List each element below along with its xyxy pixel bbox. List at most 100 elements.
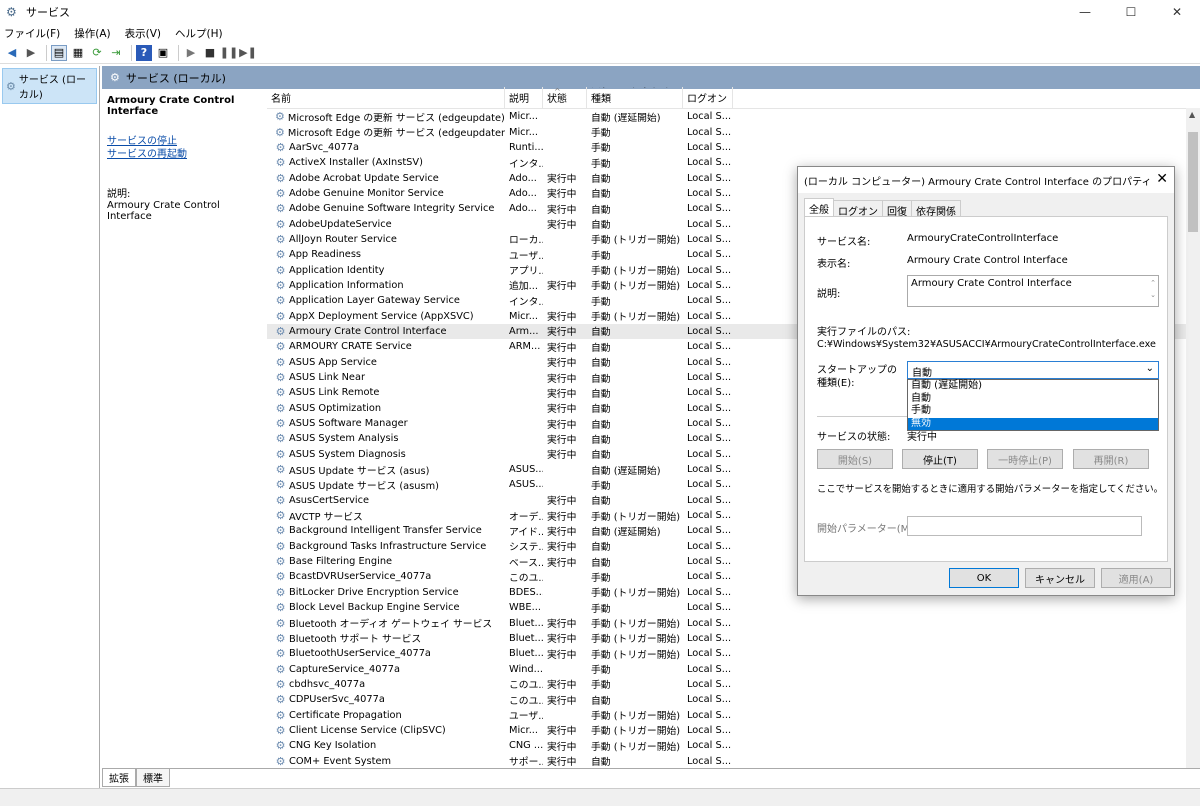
startup-option-manual[interactable]: 手動 xyxy=(908,405,1158,418)
service-name-cell: ⚙ ASUS Link Remote xyxy=(267,386,505,399)
maximize-button[interactable]: ☐ xyxy=(1108,0,1154,24)
resume-button[interactable]: 再開(R) xyxy=(1073,449,1149,469)
menu-action[interactable]: 操作(A) xyxy=(74,26,110,41)
vertical-scrollbar[interactable]: ▲ ▼ xyxy=(1186,108,1200,768)
service-name-text: Microsoft Edge の更新 サービス (edgeupdatem) xyxy=(287,128,505,140)
ok-button[interactable]: OK xyxy=(949,568,1019,588)
table-row[interactable]: ⚙ CaptureService_4077a Wind... 手動 Local S... xyxy=(267,661,1200,677)
scroll-up-arrow-icon[interactable]: ▲ xyxy=(1189,110,1195,119)
console-tree-icon[interactable]: ▤ xyxy=(51,44,67,61)
service-name-cell: ⚙ ASUS System Analysis xyxy=(267,432,505,445)
service-gear-icon: ⚙ xyxy=(275,693,286,707)
service-name-text: Application Information xyxy=(289,279,404,291)
table-row[interactable]: ⚙cbdhsvc_4077a このユ... 実行中 手動 Local S... xyxy=(267,677,1200,692)
close-button[interactable]: ✕ xyxy=(1154,0,1200,24)
table-row[interactable]: ⚙ CNG Key Isolation CNG ... 実行中 手動 (トリガー開始) L… xyxy=(267,738,1200,753)
show-hide-action-pane-icon[interactable]: ▣ xyxy=(155,45,171,61)
service-gear-icon: ⚙ xyxy=(275,585,286,599)
service-startup-cell: 手動 xyxy=(591,480,611,492)
startup-option-auto[interactable]: 自動 xyxy=(908,393,1158,406)
description-scroll-arrows-icon[interactable]: ⌃ ⌄ xyxy=(1150,277,1156,301)
service-state-cell: 実行中 xyxy=(547,649,577,661)
properties-list-icon[interactable]: ▦ xyxy=(70,45,86,61)
chevron-down-icon[interactable]: ⌄ xyxy=(1146,363,1154,374)
service-description-cell: インタ... xyxy=(509,158,543,170)
service-description-cell: Ado... xyxy=(509,187,537,199)
service-description-cell: アイド... xyxy=(509,526,543,538)
service-logon-cell: Local S... xyxy=(687,694,732,706)
table-row[interactable]: ⚙ BluetoothUserService_4077a Bluet... 実行中 手動… xyxy=(267,646,1200,661)
startup-option-disabled[interactable]: 無効 xyxy=(908,417,1158,430)
service-gear-icon: ⚙ xyxy=(275,539,286,553)
table-row[interactable]: ⚙ AarSvc_4077a Runti... 手動 Local S... xyxy=(267,140,1200,155)
service-state-cell: 実行中 xyxy=(547,695,577,707)
service-description-cell: ベース... xyxy=(509,557,543,569)
stop-button[interactable]: 停止(T) xyxy=(902,449,978,469)
dialog-title-bar: (ローカル コンピューター) Armoury Crate Control Int… xyxy=(798,167,1174,193)
tab-extended[interactable]: 拡張 xyxy=(102,769,136,787)
service-name-text: CaptureService_4077a xyxy=(289,663,400,675)
column-header-state[interactable]: 状態 xyxy=(543,87,587,108)
service-state-cell: 実行中 xyxy=(547,281,577,293)
services-gear-icon: ⚙ xyxy=(6,5,17,19)
service-name-text: ASUS System Diagnosis xyxy=(289,448,406,460)
service-startup-cell: 自動 xyxy=(591,757,611,768)
menu-help[interactable]: ヘルプ(H) xyxy=(175,26,223,41)
service-logon-cell: Local S... xyxy=(687,402,732,414)
start-service-icon[interactable]: ▶ xyxy=(183,45,199,61)
export-list-icon[interactable]: ⇥ xyxy=(108,45,124,61)
table-row[interactable]: ⚙ Bluetooth オーディオ ゲートウェイ サービス Bluet... 実行中 手… xyxy=(267,615,1200,631)
description-box[interactable]: Armoury Crate Control Interface ⌃ ⌄ xyxy=(907,275,1159,307)
cancel-button[interactable]: キャンセル xyxy=(1025,568,1095,588)
tree-item-services-local[interactable]: ⚙ サービス (ローカル) xyxy=(2,68,97,104)
service-gear-icon: ⚙ xyxy=(275,417,286,431)
service-gear-icon: ⚙ xyxy=(275,754,286,768)
menu-view[interactable]: 表示(V) xyxy=(125,26,161,41)
column-header-name[interactable]: 名前 xyxy=(267,87,505,108)
start-button[interactable]: 開始(S) xyxy=(817,449,893,469)
service-logon-cell: Local S... xyxy=(687,632,732,644)
apply-button[interactable]: 適用(A) xyxy=(1101,568,1171,588)
table-row[interactable]: ⚙ Bluetooth サポート サービス Bluet... 実行中 手動 (トリガー開… xyxy=(267,631,1200,646)
start-parameters-input[interactable] xyxy=(907,516,1142,536)
service-name-cell: ⚙ ASUS App Service xyxy=(267,356,505,369)
column-header-description[interactable]: 説明 xyxy=(505,87,543,108)
tab-general[interactable]: 全般 xyxy=(804,198,834,218)
restart-service-link[interactable]: サービスの再起動 xyxy=(107,148,262,161)
back-arrow-icon[interactable]: ◀ xyxy=(4,45,20,61)
column-header-logon[interactable]: ログオン xyxy=(683,87,733,108)
start-parameters-label: 開始パラメーター(M): xyxy=(817,524,917,535)
table-row[interactable]: ⚙ Block Level Backup Engine Service WBE...… xyxy=(267,600,1200,615)
service-name-cell: ⚙ Base Filtering Engine xyxy=(267,555,505,568)
table-row[interactable]: ⚙Certificate Propagation ユーザ... 手動 (トリガー開始… xyxy=(267,707,1200,723)
startup-type-select[interactable]: 自動 ⌄ xyxy=(907,361,1159,379)
dialog-close-button[interactable]: ✕ xyxy=(1156,171,1168,187)
table-row[interactable]: ⚙ Microsoft Edge の更新 サービス (edgeupdatem) Mi… xyxy=(267,124,1200,140)
table-row[interactable]: ⚙COM+ Event System サポー... 実行中 自動 Local S... xyxy=(267,753,1200,768)
service-logon-cell: Local S... xyxy=(687,372,732,384)
service-startup-cell: 手動 xyxy=(591,680,611,692)
menu-file[interactable]: ファイル(F) xyxy=(4,26,60,41)
startup-option-auto-delayed[interactable]: 自動 (遅延開始) xyxy=(908,380,1158,393)
refresh-icon[interactable]: ⟳ xyxy=(89,45,105,61)
minimize-button[interactable]: — xyxy=(1062,0,1108,24)
description-label: 説明: xyxy=(817,289,841,300)
column-header-startup[interactable]: スタートアップの種類 xyxy=(587,87,683,108)
scrollbar-thumb[interactable] xyxy=(1188,132,1198,232)
table-row[interactable]: ⚙ Client License Service (ClipSVC) Micr...… xyxy=(267,723,1200,738)
table-row[interactable]: ⚙CDPUserSvc_4077a このユ... 実行中 自動 Local S... xyxy=(267,692,1200,707)
service-logon-cell: Local S... xyxy=(687,141,732,153)
restart-service-icon[interactable]: ▶❚ xyxy=(239,45,257,61)
table-row[interactable]: ⚙ Microsoft Edge の更新 サービス (edgeupdate) Mic… xyxy=(267,109,1200,124)
service-startup-cell: 自動 xyxy=(591,174,611,186)
tab-standard[interactable]: 標準 xyxy=(136,769,170,787)
forward-arrow-icon[interactable]: ▶ xyxy=(23,45,39,61)
service-name-cell: ⚙ AsusCertService xyxy=(267,494,505,507)
help-icon[interactable]: ? xyxy=(136,44,152,61)
toolbar-separator xyxy=(46,44,47,61)
stop-service-link[interactable]: サービスの停止 xyxy=(107,135,262,148)
pause-service-icon[interactable]: ❚❚ xyxy=(220,45,238,61)
service-state-cell: 実行中 xyxy=(547,557,577,569)
pause-button[interactable]: 一時停止(P) xyxy=(987,449,1063,469)
stop-service-icon[interactable]: ■ xyxy=(202,45,218,61)
